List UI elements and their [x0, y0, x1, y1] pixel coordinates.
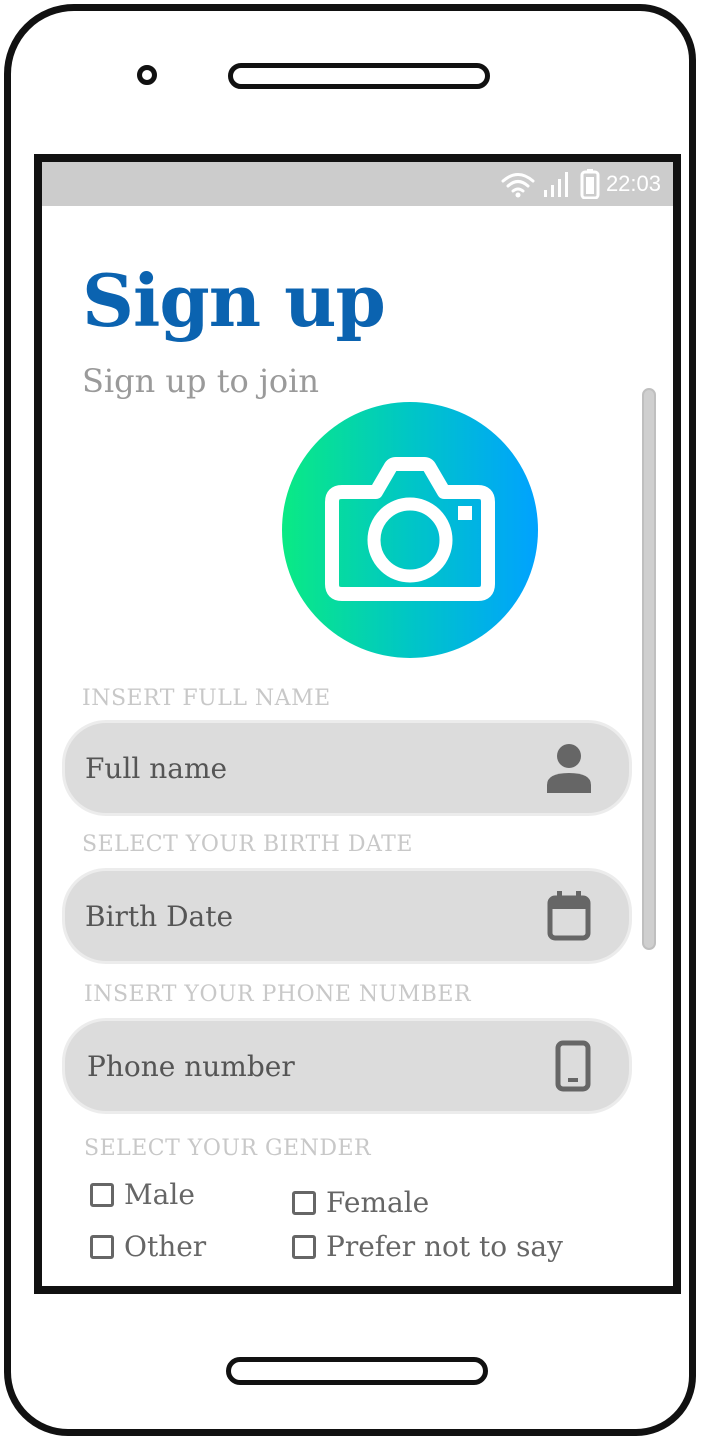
phone-field[interactable]: Phone number	[62, 1018, 632, 1114]
camera-icon	[325, 457, 495, 601]
full-name-label: INSERT FULL NAME	[82, 686, 331, 711]
gender-male-label: Male	[124, 1178, 195, 1211]
full-name-field[interactable]: Full name	[62, 720, 632, 816]
signal-icon	[543, 172, 568, 197]
checkbox-square-icon	[292, 1190, 316, 1215]
battery-icon	[580, 169, 600, 199]
vertical-scrollbar[interactable]	[642, 388, 656, 950]
page-title: Sign up	[82, 258, 386, 343]
gender-other-label: Other	[124, 1230, 207, 1263]
checkbox-square-icon	[90, 1182, 114, 1207]
gender-female-label: Female	[326, 1186, 430, 1219]
gender-female-checkbox[interactable]: Female	[292, 1186, 429, 1219]
profile-photo-button[interactable]	[282, 402, 538, 658]
page-subtitle: Sign up to join	[82, 362, 320, 400]
wifi-icon	[501, 173, 535, 198]
gender-prefer-not-label: Prefer not to say	[326, 1230, 563, 1263]
checkbox-square-icon	[292, 1234, 316, 1259]
checkbox-square-icon	[90, 1234, 114, 1259]
birth-date-field[interactable]: Birth Date	[62, 868, 632, 964]
top-speaker	[228, 63, 490, 89]
phone-placeholder: Phone number	[87, 1049, 295, 1083]
gender-other-checkbox[interactable]: Other	[90, 1230, 206, 1263]
status-time: 22:03	[605, 171, 661, 196]
front-camera	[137, 65, 157, 85]
gender-male-checkbox[interactable]: Male	[90, 1178, 195, 1211]
smartphone-icon	[555, 1040, 591, 1092]
gender-prefer-not-checkbox[interactable]: Prefer not to say	[292, 1230, 563, 1263]
gender-label: SELECT YOUR GENDER	[84, 1136, 372, 1161]
full-name-placeholder: Full name	[85, 751, 228, 785]
screen: 22:03 Sign up Sign up to join INSERT FUL…	[34, 154, 681, 1294]
birth-date-label: SELECT YOUR BIRTH DATE	[82, 832, 413, 857]
status-bar: 22:03	[42, 162, 673, 206]
person-icon	[547, 744, 591, 793]
birth-date-placeholder: Birth Date	[85, 899, 234, 933]
calendar-icon	[547, 891, 591, 941]
phone-label: INSERT YOUR PHONE NUMBER	[84, 982, 472, 1007]
home-button	[226, 1357, 488, 1385]
